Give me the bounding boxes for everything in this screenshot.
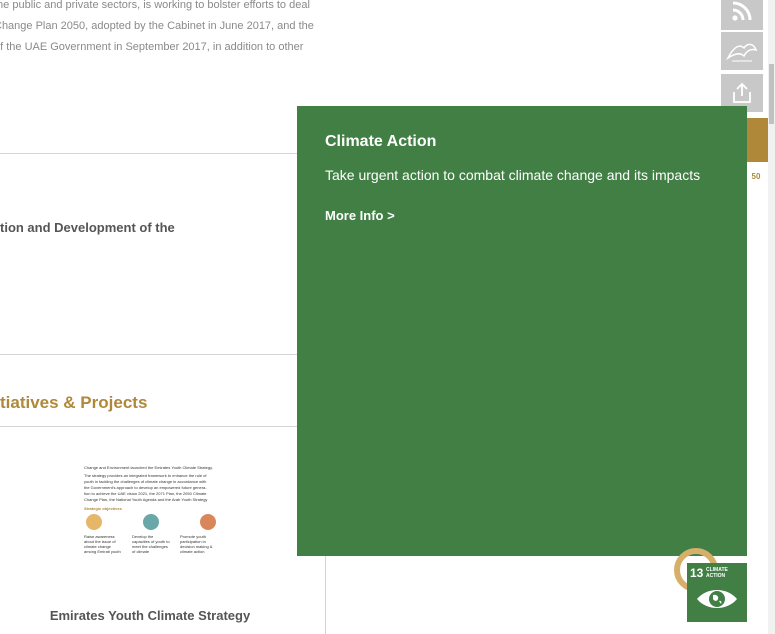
people-icon: [143, 514, 159, 530]
intro-line: of the UAE Government in September 2017,…: [0, 41, 304, 53]
emblem-button[interactable]: [721, 32, 763, 70]
intro-line: Change Plan 2050, adopted by the Cabinet…: [0, 20, 314, 32]
divider: [0, 354, 300, 355]
thumbnail-heading: Strategic objectives: [84, 506, 122, 511]
divider: [0, 153, 300, 154]
sdg-popup: Climate Action Take urgent action to com…: [297, 106, 747, 556]
rss-icon: [732, 1, 752, 21]
thumbnail-text: tion to achieve the UAE vision 2021, the…: [84, 491, 207, 496]
card-title[interactable]: Emirates Youth Climate Strategy: [0, 608, 300, 623]
rss-button[interactable]: [721, 0, 763, 30]
more-info-link[interactable]: More Info >: [325, 208, 395, 223]
thumbnail-caption: Develop the capacities of youth to meet …: [132, 534, 170, 554]
megaphone-icon: [86, 514, 102, 530]
earth-eye-icon: [697, 590, 737, 608]
participation-icon: [200, 514, 216, 530]
intro-paragraph: the public and private sectors, is worki…: [0, 0, 326, 58]
thumbnail-text: The strategy provides an integrated fram…: [84, 473, 207, 478]
sdg-13-tile[interactable]: 13 CLIMATE ACTION: [687, 563, 747, 622]
thumbnail-text: youth in tackling the challenges of clim…: [84, 479, 207, 484]
thumbnail-text: Change Plan, the National Youth Agenda a…: [84, 497, 208, 502]
emblem-icon: [726, 43, 758, 62]
share-icon: [733, 82, 751, 103]
strategy-thumbnail[interactable]: Change and Environment launched the Emir…: [84, 465, 218, 567]
thumbnail-caption: Promote youth participation in decision …: [180, 534, 213, 554]
thumbnail-text: Change and Environment launched the Emir…: [84, 465, 213, 470]
section-subtitle: tion and Development of the: [0, 220, 175, 235]
sdg-number: 13: [690, 566, 704, 580]
popup-description: Take urgent action to combat climate cha…: [325, 167, 701, 183]
thumbnail-text: the Government's approach to develop an …: [84, 485, 207, 490]
thumbnail-caption: Raise awareness about the issue of clima…: [84, 534, 121, 554]
intro-line: the public and private sectors, is worki…: [0, 0, 310, 11]
side-logo-text: 50: [751, 172, 761, 181]
scrollbar-thumb[interactable]: [769, 64, 774, 124]
divider: [0, 426, 300, 427]
section-title: tiatives & Projects: [0, 393, 148, 412]
sdg-label-line: ACTION: [706, 573, 726, 579]
sdg-label: CLIMATE ACTION: [706, 567, 742, 579]
popup-title: Climate Action: [325, 133, 437, 150]
